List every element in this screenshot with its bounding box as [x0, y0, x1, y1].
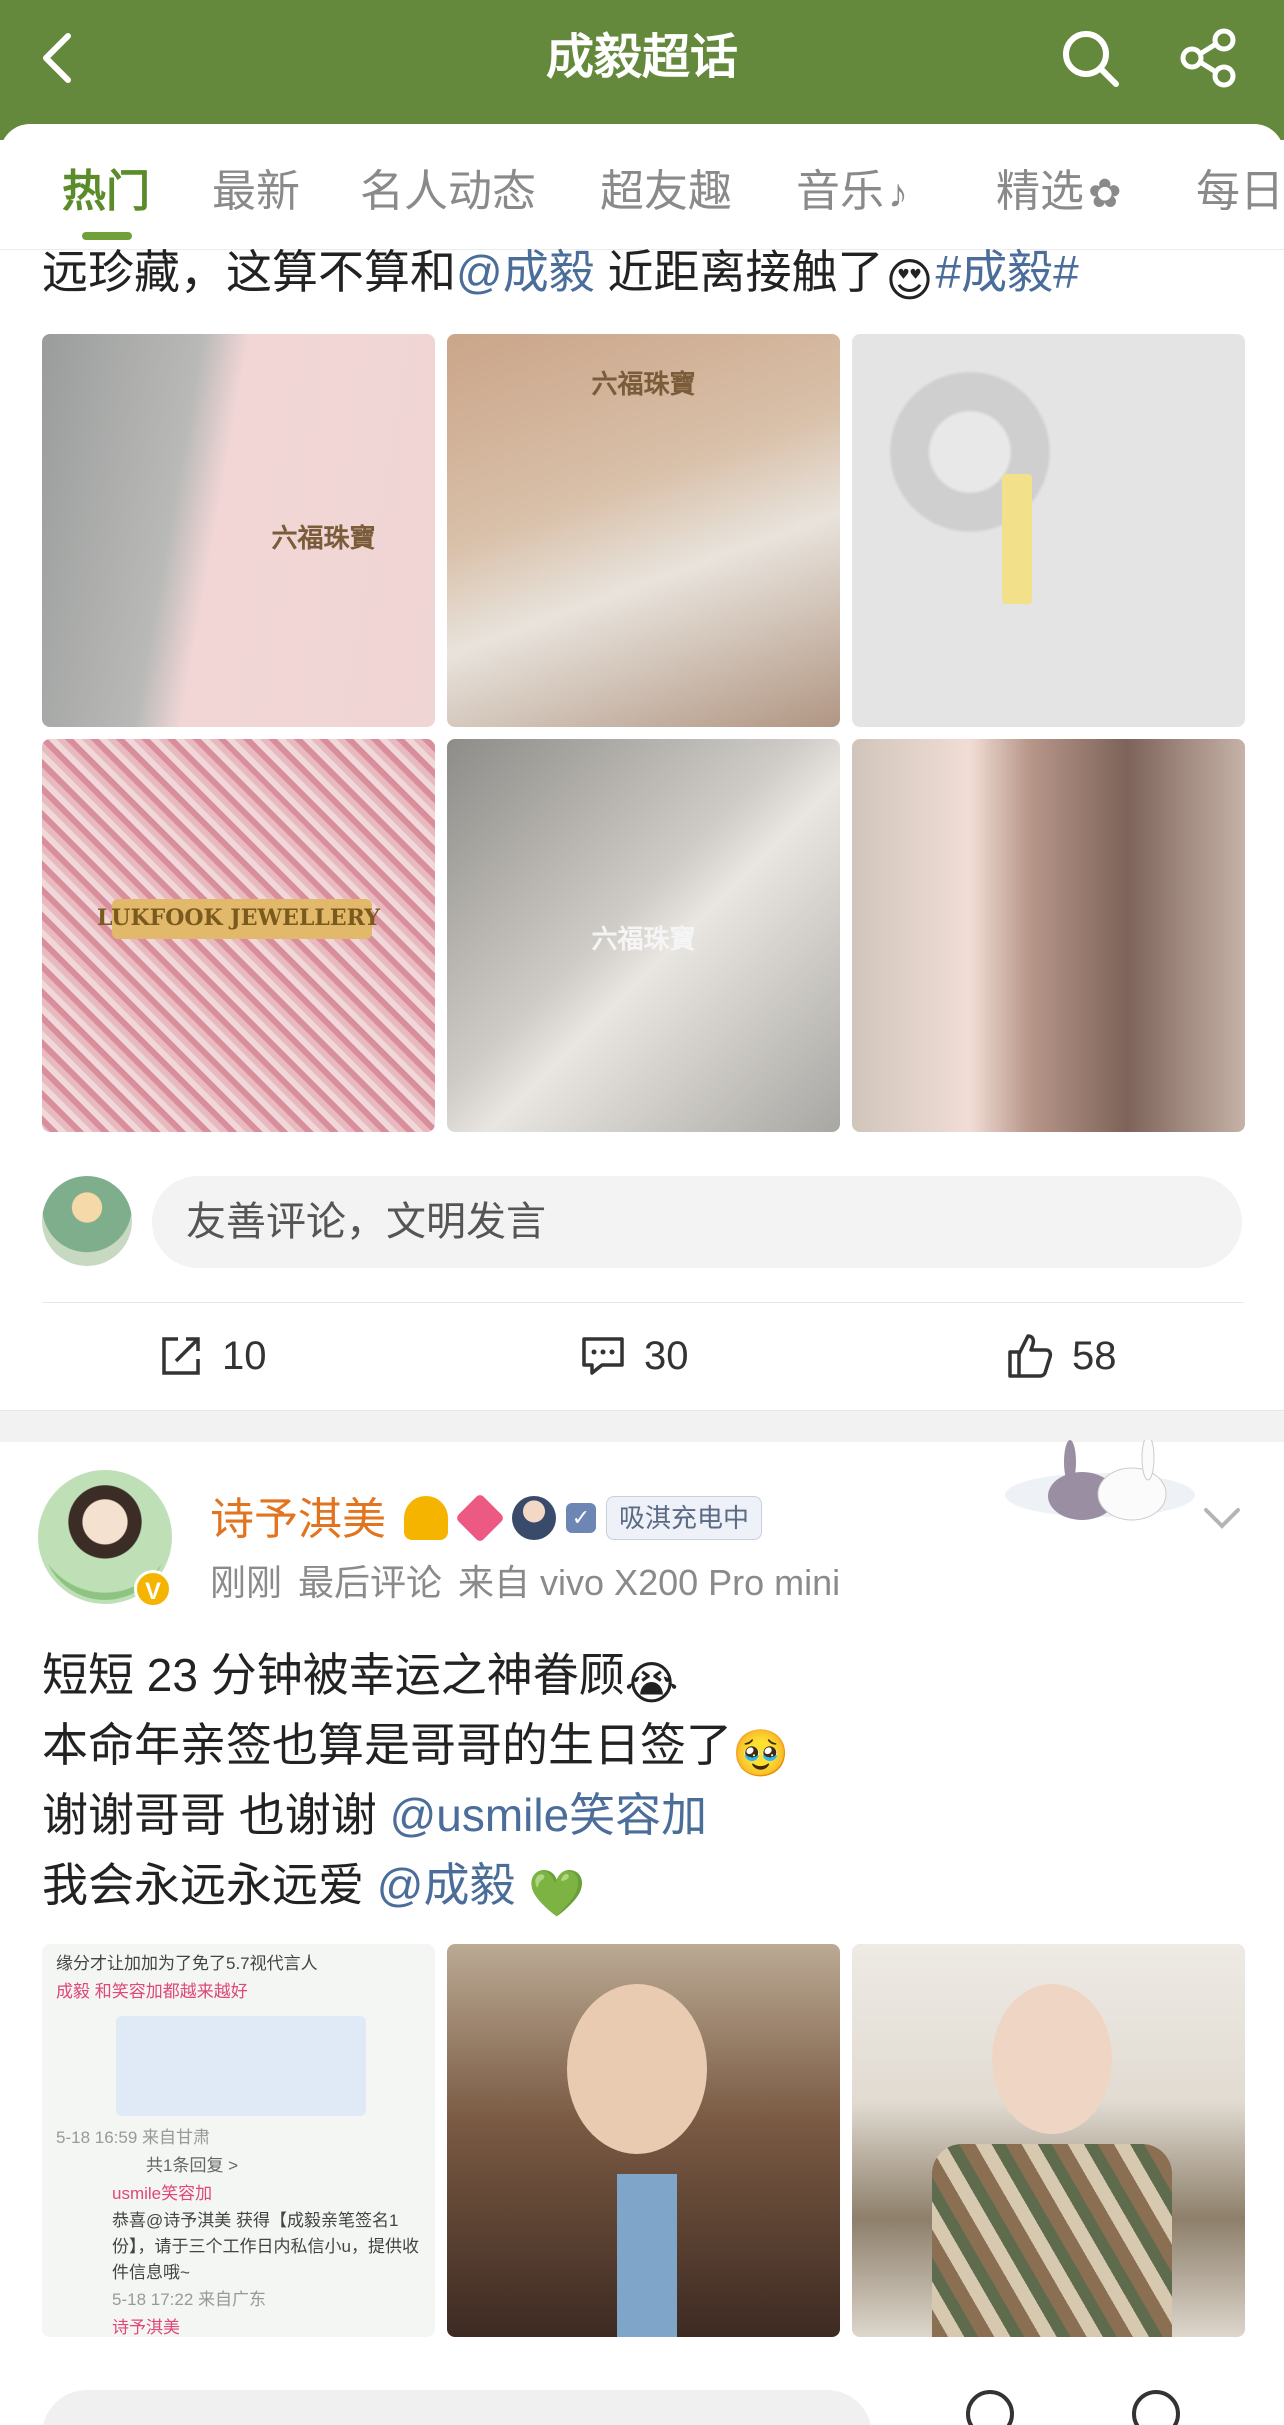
share-icon[interactable]: [1176, 26, 1240, 90]
tab-latest[interactable]: 最新: [212, 162, 300, 222]
my-avatar[interactable]: [42, 1176, 132, 1266]
post-image[interactable]: [852, 1944, 1245, 2337]
tab-celebrity[interactable]: 名人动态: [360, 162, 536, 222]
fan-avatar-icon[interactable]: [512, 1496, 556, 1540]
post2-image-grid: 缘分才让加加为了免了5.7视代言人 成毅 和笑容加都越来越好 5-18 16:5…: [42, 1944, 1245, 2340]
post-line: 本命年亲签也算是哥哥的生日签了🥹: [42, 1710, 1252, 1780]
portrait-face: [992, 1984, 1112, 2134]
post-image[interactable]: [447, 1944, 840, 2337]
green-heart-emoji-icon: 💚: [528, 1867, 586, 1919]
tab-featured-label: 精选: [996, 167, 1084, 216]
post1-text-part: 远珍藏，这算不算和: [42, 246, 456, 298]
image-caption: LUKFOOK JEWELLERY: [97, 905, 380, 931]
comment-input[interactable]: [42, 2390, 872, 2425]
post-image[interactable]: [852, 334, 1245, 727]
post-separator: [0, 1410, 1284, 1442]
post1-text-part: 近距离接触了: [594, 246, 884, 298]
repost-button[interactable]: 10: [158, 1326, 267, 1386]
search-icon[interactable]: [1058, 26, 1122, 90]
post-image[interactable]: 六福珠寶: [447, 739, 840, 1132]
post1-text: 远珍藏，这算不算和@成毅 近距离接触了😍#成毅#: [42, 240, 1252, 306]
portrait-face: [567, 1984, 707, 2154]
crown-icon[interactable]: [404, 1496, 448, 1540]
ss-brand: usmile笑容加: [112, 2184, 213, 2203]
last-comment-label: 最后评论: [298, 1562, 443, 1603]
ss-time: 5-18 17:22 来自广东: [112, 2290, 267, 2309]
holding-tears-emoji-icon: 🥹: [732, 1727, 790, 1779]
repost-icon[interactable]: [960, 2384, 1020, 2425]
mention-link[interactable]: @usmile笑容加: [390, 1789, 708, 1841]
post2-text: 短短 23 分钟被幸运之神眷顾😭 本命年亲签也算是哥哥的生日签了🥹 谢谢哥哥 也…: [42, 1640, 1252, 1920]
like-button[interactable]: 58: [1006, 1326, 1117, 1386]
comment-icon: [582, 1337, 624, 1375]
weibo-screenshot: 缘分才让加加为了免了5.7视代言人 成毅 和笑容加都越来越好 5-18 16:5…: [42, 1944, 435, 2337]
post-line: 谢谢哥哥 也谢谢 @usmile笑容加: [42, 1780, 1252, 1850]
tab-hot[interactable]: 热门: [62, 162, 150, 222]
post-image[interactable]: [852, 739, 1245, 1132]
user-badges: ✓ 吸淇充电中: [404, 1493, 763, 1543]
post-time: 刚刚: [210, 1562, 283, 1603]
post-image[interactable]: LUKFOOK JEWELLERY: [42, 739, 435, 1132]
thumbs-up-icon: [1008, 1334, 1053, 1378]
heart-eyes-emoji-icon: 😍: [885, 254, 934, 306]
top-bar: 成毅超话: [0, 0, 1284, 140]
post-meta: 刚刚 最后评论 来自 vivo X200 Pro mini: [210, 1558, 856, 1608]
post-image[interactable]: 缘分才让加加为了免了5.7视代言人 成毅 和笑容加都越来越好 5-18 16:5…: [42, 1944, 435, 2337]
portrait-shirt: [617, 2174, 677, 2337]
ss-time: 5-18 16:59 来自甘肃: [56, 2128, 211, 2147]
post-line-text: 短短 23 分钟被幸运之神眷顾: [42, 1649, 625, 1701]
image-caption: 六福珠寶: [591, 370, 696, 400]
ss-replies: 共1条回复 >: [146, 2156, 239, 2175]
ss-card: [116, 2016, 366, 2116]
level-gem-icon[interactable]: [455, 1493, 505, 1543]
verified-badge-icon: V: [134, 1570, 172, 1608]
category-tabs: 热门 最新 名人动态 超友趣 音乐 ♪ 精选 ✿ 每日: [0, 124, 1284, 250]
repost-icon: [162, 1337, 200, 1375]
ss-line: 缘分才让加加为了免了5.7视代言人: [56, 1954, 318, 1973]
crying-emoji-icon: 😭: [624, 1657, 679, 1709]
bunny-decoration-icon: [1005, 1440, 1195, 1521]
tab-daily[interactable]: 每日: [1196, 162, 1284, 222]
tab-music-label: 音乐: [796, 167, 884, 216]
comment-count: 30: [644, 1333, 689, 1378]
repost-count: 10: [222, 1333, 267, 1378]
image-caption: 六福珠寶: [591, 925, 696, 955]
username[interactable]: 诗予淇美: [210, 1490, 386, 1550]
tab-music[interactable]: 音乐 ♪: [796, 162, 908, 224]
chevron-down-icon[interactable]: [1200, 1496, 1244, 1540]
check-icon: ✓: [566, 1503, 596, 1533]
comment-icon[interactable]: [1126, 2384, 1186, 2425]
comment-button[interactable]: 30: [580, 1326, 689, 1386]
post-line: 我会永远永远爱 @成毅 💚: [42, 1850, 1252, 1920]
mention-link[interactable]: @成毅: [377, 1859, 516, 1911]
flower-icon: ✿: [1088, 172, 1122, 217]
ss-line: 成毅 和笑容加都越来越好: [56, 1982, 248, 2001]
like-count: 58: [1072, 1333, 1117, 1378]
post-source: 来自 vivo X200 Pro mini: [458, 1562, 841, 1603]
post-line-text: 谢谢哥哥 也谢谢: [42, 1789, 390, 1841]
post-image[interactable]: 六福珠寶: [42, 334, 435, 727]
comment-input[interactable]: 友善评论，文明发言: [152, 1176, 1242, 1268]
post-line-text: 本命年亲签也算是哥哥的生日签了: [42, 1719, 732, 1771]
post1-image-grid: 六福珠寶 六福珠寶 LUKFOOK JEWELLERY 六福珠寶: [42, 334, 1245, 1134]
post-line: 短短 23 分钟被幸运之神眷顾😭: [42, 1640, 1252, 1710]
ss-user: 诗予淇美: [112, 2318, 180, 2337]
post-line-text: 我会永远永远爱: [42, 1859, 377, 1911]
fan-tag[interactable]: 吸淇充电中: [606, 1496, 763, 1540]
image-caption: 六福珠寶: [271, 524, 376, 554]
post-image[interactable]: 六福珠寶: [447, 334, 840, 727]
note-paper: [1002, 474, 1032, 604]
tab-fun[interactable]: 超友趣: [600, 162, 732, 222]
active-tab-indicator: [82, 232, 132, 240]
mention-link[interactable]: @成毅: [456, 246, 595, 298]
divider: [42, 1302, 1244, 1303]
music-note-icon: ♪: [888, 172, 908, 217]
portrait-jacket: [932, 2144, 1172, 2337]
tab-featured[interactable]: 精选 ✿: [996, 162, 1122, 224]
hashtag-link[interactable]: #成毅#: [935, 246, 1078, 298]
ss-reply: 恭喜@诗予淇美 获得【成毅亲笔签名1份】，请于三个工作日内私信小u，提供收件信息…: [112, 2211, 419, 2282]
